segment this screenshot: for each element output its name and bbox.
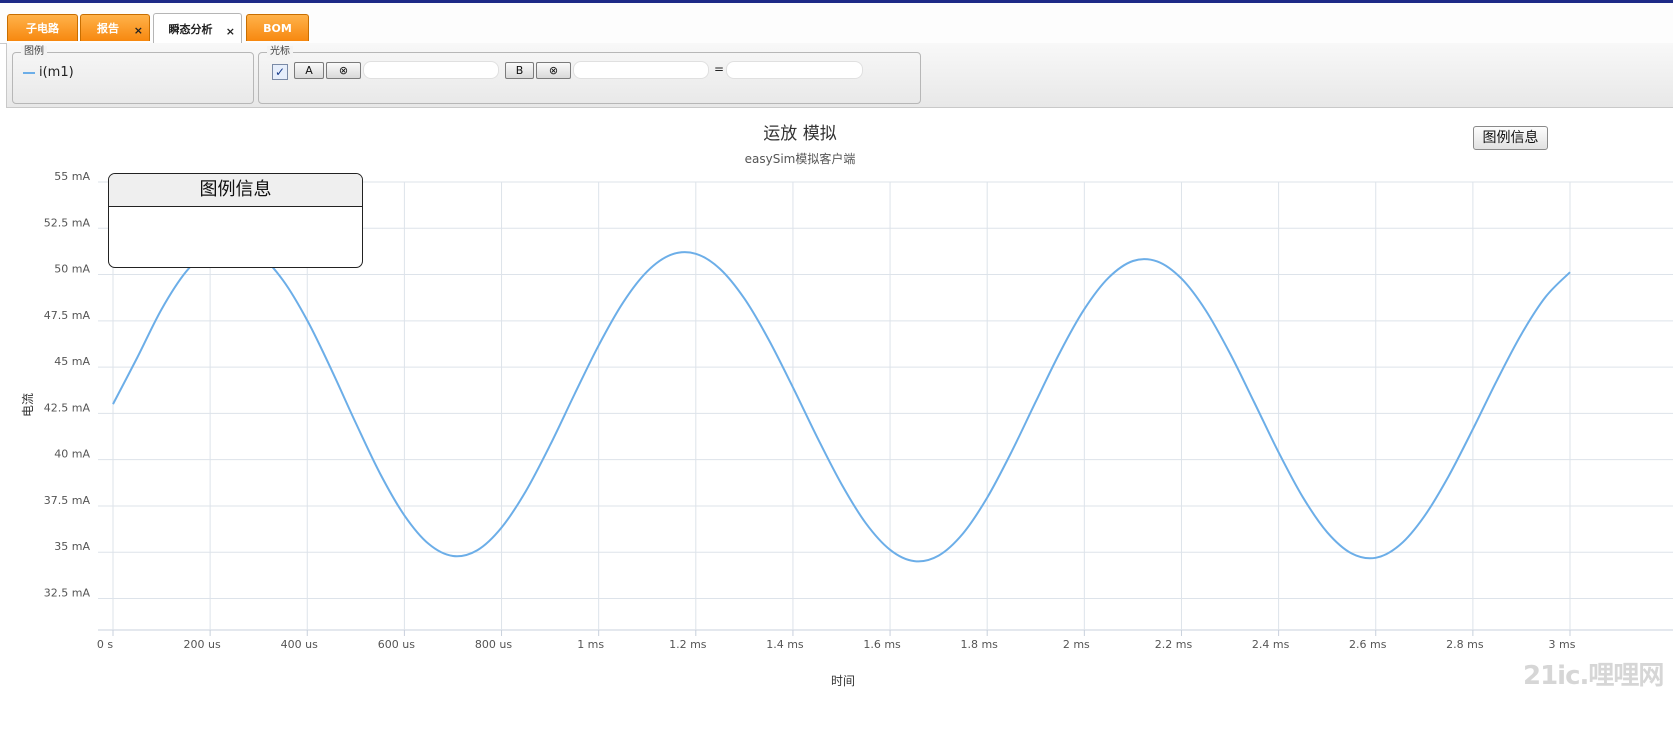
chart-title: 运放 模拟: [763, 124, 836, 144]
transient-chart[interactable]: 运放 模拟 easySim模拟客户端 32.5 mA 35 mA 37.5 mA 40…: [0, 0, 1673, 745]
y-tick-label: 40 mA: [54, 448, 90, 461]
y-tick-label: 47.5 mA: [44, 309, 91, 322]
y-tick-label: 55 mA: [54, 170, 90, 183]
x-tick-label: 0 s: [97, 638, 113, 651]
y-tick-label: 35 mA: [54, 540, 90, 553]
x-tick-label: 2.4 ms: [1252, 638, 1290, 651]
watermark-logo: 21ic.哩哩网: [1523, 661, 1664, 691]
x-tick-label: 2 ms: [1063, 638, 1090, 651]
x-tick-label: 2.8 ms: [1446, 638, 1484, 651]
legend-info-popup: 图例信息: [108, 173, 363, 268]
y-tick-label: 50 mA: [54, 263, 90, 276]
series-line-i-m1[interactable]: [112, 242, 1571, 563]
series-layer: [112, 242, 1571, 563]
x-tick-label: 400 us: [281, 638, 318, 651]
x-tick-label: 200 us: [184, 638, 221, 651]
x-tick-label: 2.2 ms: [1155, 638, 1193, 651]
x-axis-ticks: 0 s 200 us 400 us 600 us 800 us 1 ms 1.2 ms 1.4…: [97, 638, 1576, 651]
x-tick-label: 1.6 ms: [863, 638, 901, 651]
x-tick-label: 1.8 ms: [960, 638, 998, 651]
x-tick-label: 1 ms: [577, 638, 604, 651]
y-axis-label: 电流: [21, 393, 35, 417]
y-tick-label: 37.5 mA: [44, 494, 91, 507]
y-tick-label: 45 mA: [54, 355, 90, 368]
x-tick-label: 800 us: [475, 638, 512, 651]
y-axis-ticks: 32.5 mA 35 mA 37.5 mA 40 mA 42.5 mA 45 mA 47.5…: [44, 170, 91, 600]
y-tick-label: 32.5 mA: [44, 587, 91, 600]
x-tick-label: 600 us: [378, 638, 415, 651]
legend-info-button[interactable]: 图例信息: [1473, 126, 1548, 150]
x-tick-label: 1.2 ms: [669, 638, 707, 651]
x-tick-label: 1.4 ms: [766, 638, 804, 651]
legend-info-popup-title: 图例信息: [109, 174, 362, 207]
y-tick-label: 52.5 mA: [44, 216, 91, 229]
x-tick-label: 3 ms: [1549, 638, 1576, 651]
x-tick-label: 2.6 ms: [1349, 638, 1387, 651]
chart-subtitle: easySim模拟客户端: [745, 151, 856, 166]
y-tick-label: 42.5 mA: [44, 401, 91, 414]
x-axis-label: 时间: [831, 674, 855, 688]
